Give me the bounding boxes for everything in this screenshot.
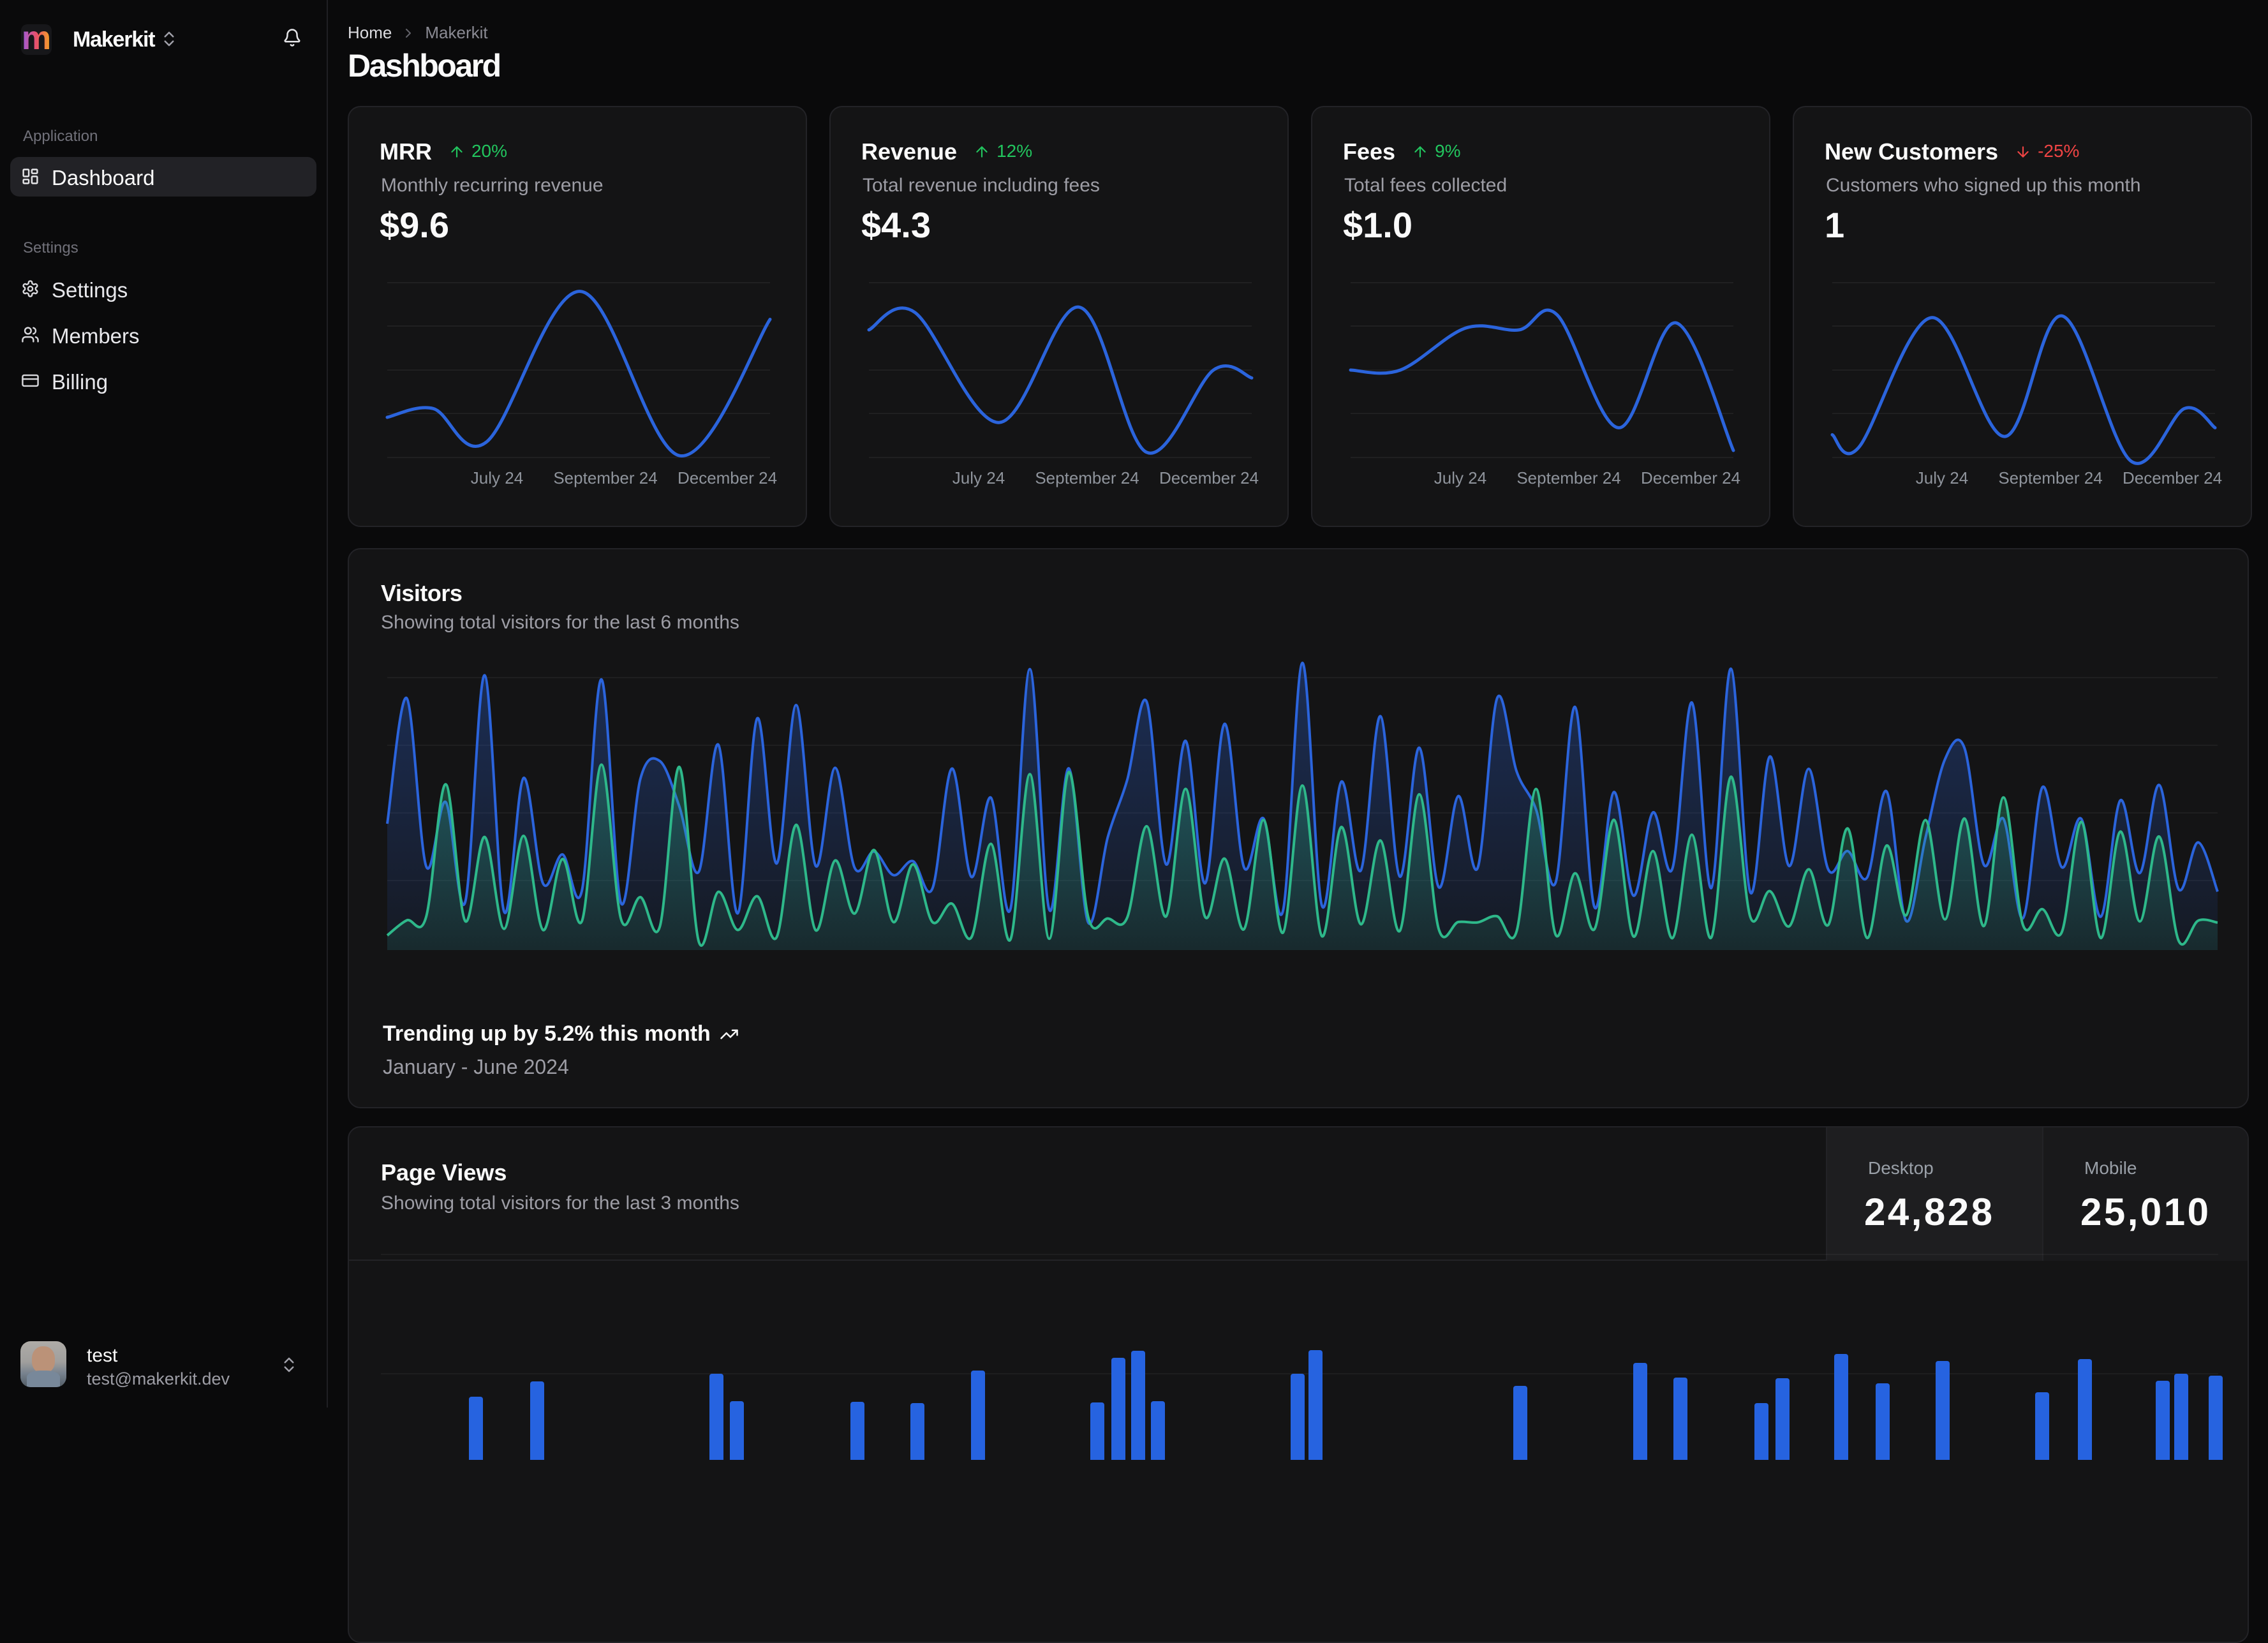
svg-text:July 24: July 24 — [952, 468, 1005, 487]
svg-text:September 24: September 24 — [553, 468, 657, 487]
svg-text:m: m — [22, 24, 51, 55]
svg-text:December 24: December 24 — [678, 468, 777, 487]
svg-text:December 24: December 24 — [1641, 468, 1740, 487]
svg-text:July 24: July 24 — [1916, 468, 1968, 487]
svg-text:September 24: September 24 — [1516, 468, 1620, 487]
svg-text:September 24: September 24 — [1035, 468, 1139, 487]
svg-text:July 24: July 24 — [471, 468, 523, 487]
svg-text:September 24: September 24 — [1998, 468, 2102, 487]
svg-text:July 24: July 24 — [1434, 468, 1486, 487]
svg-text:December 24: December 24 — [1159, 468, 1259, 487]
svg-text:December 24: December 24 — [2123, 468, 2222, 487]
